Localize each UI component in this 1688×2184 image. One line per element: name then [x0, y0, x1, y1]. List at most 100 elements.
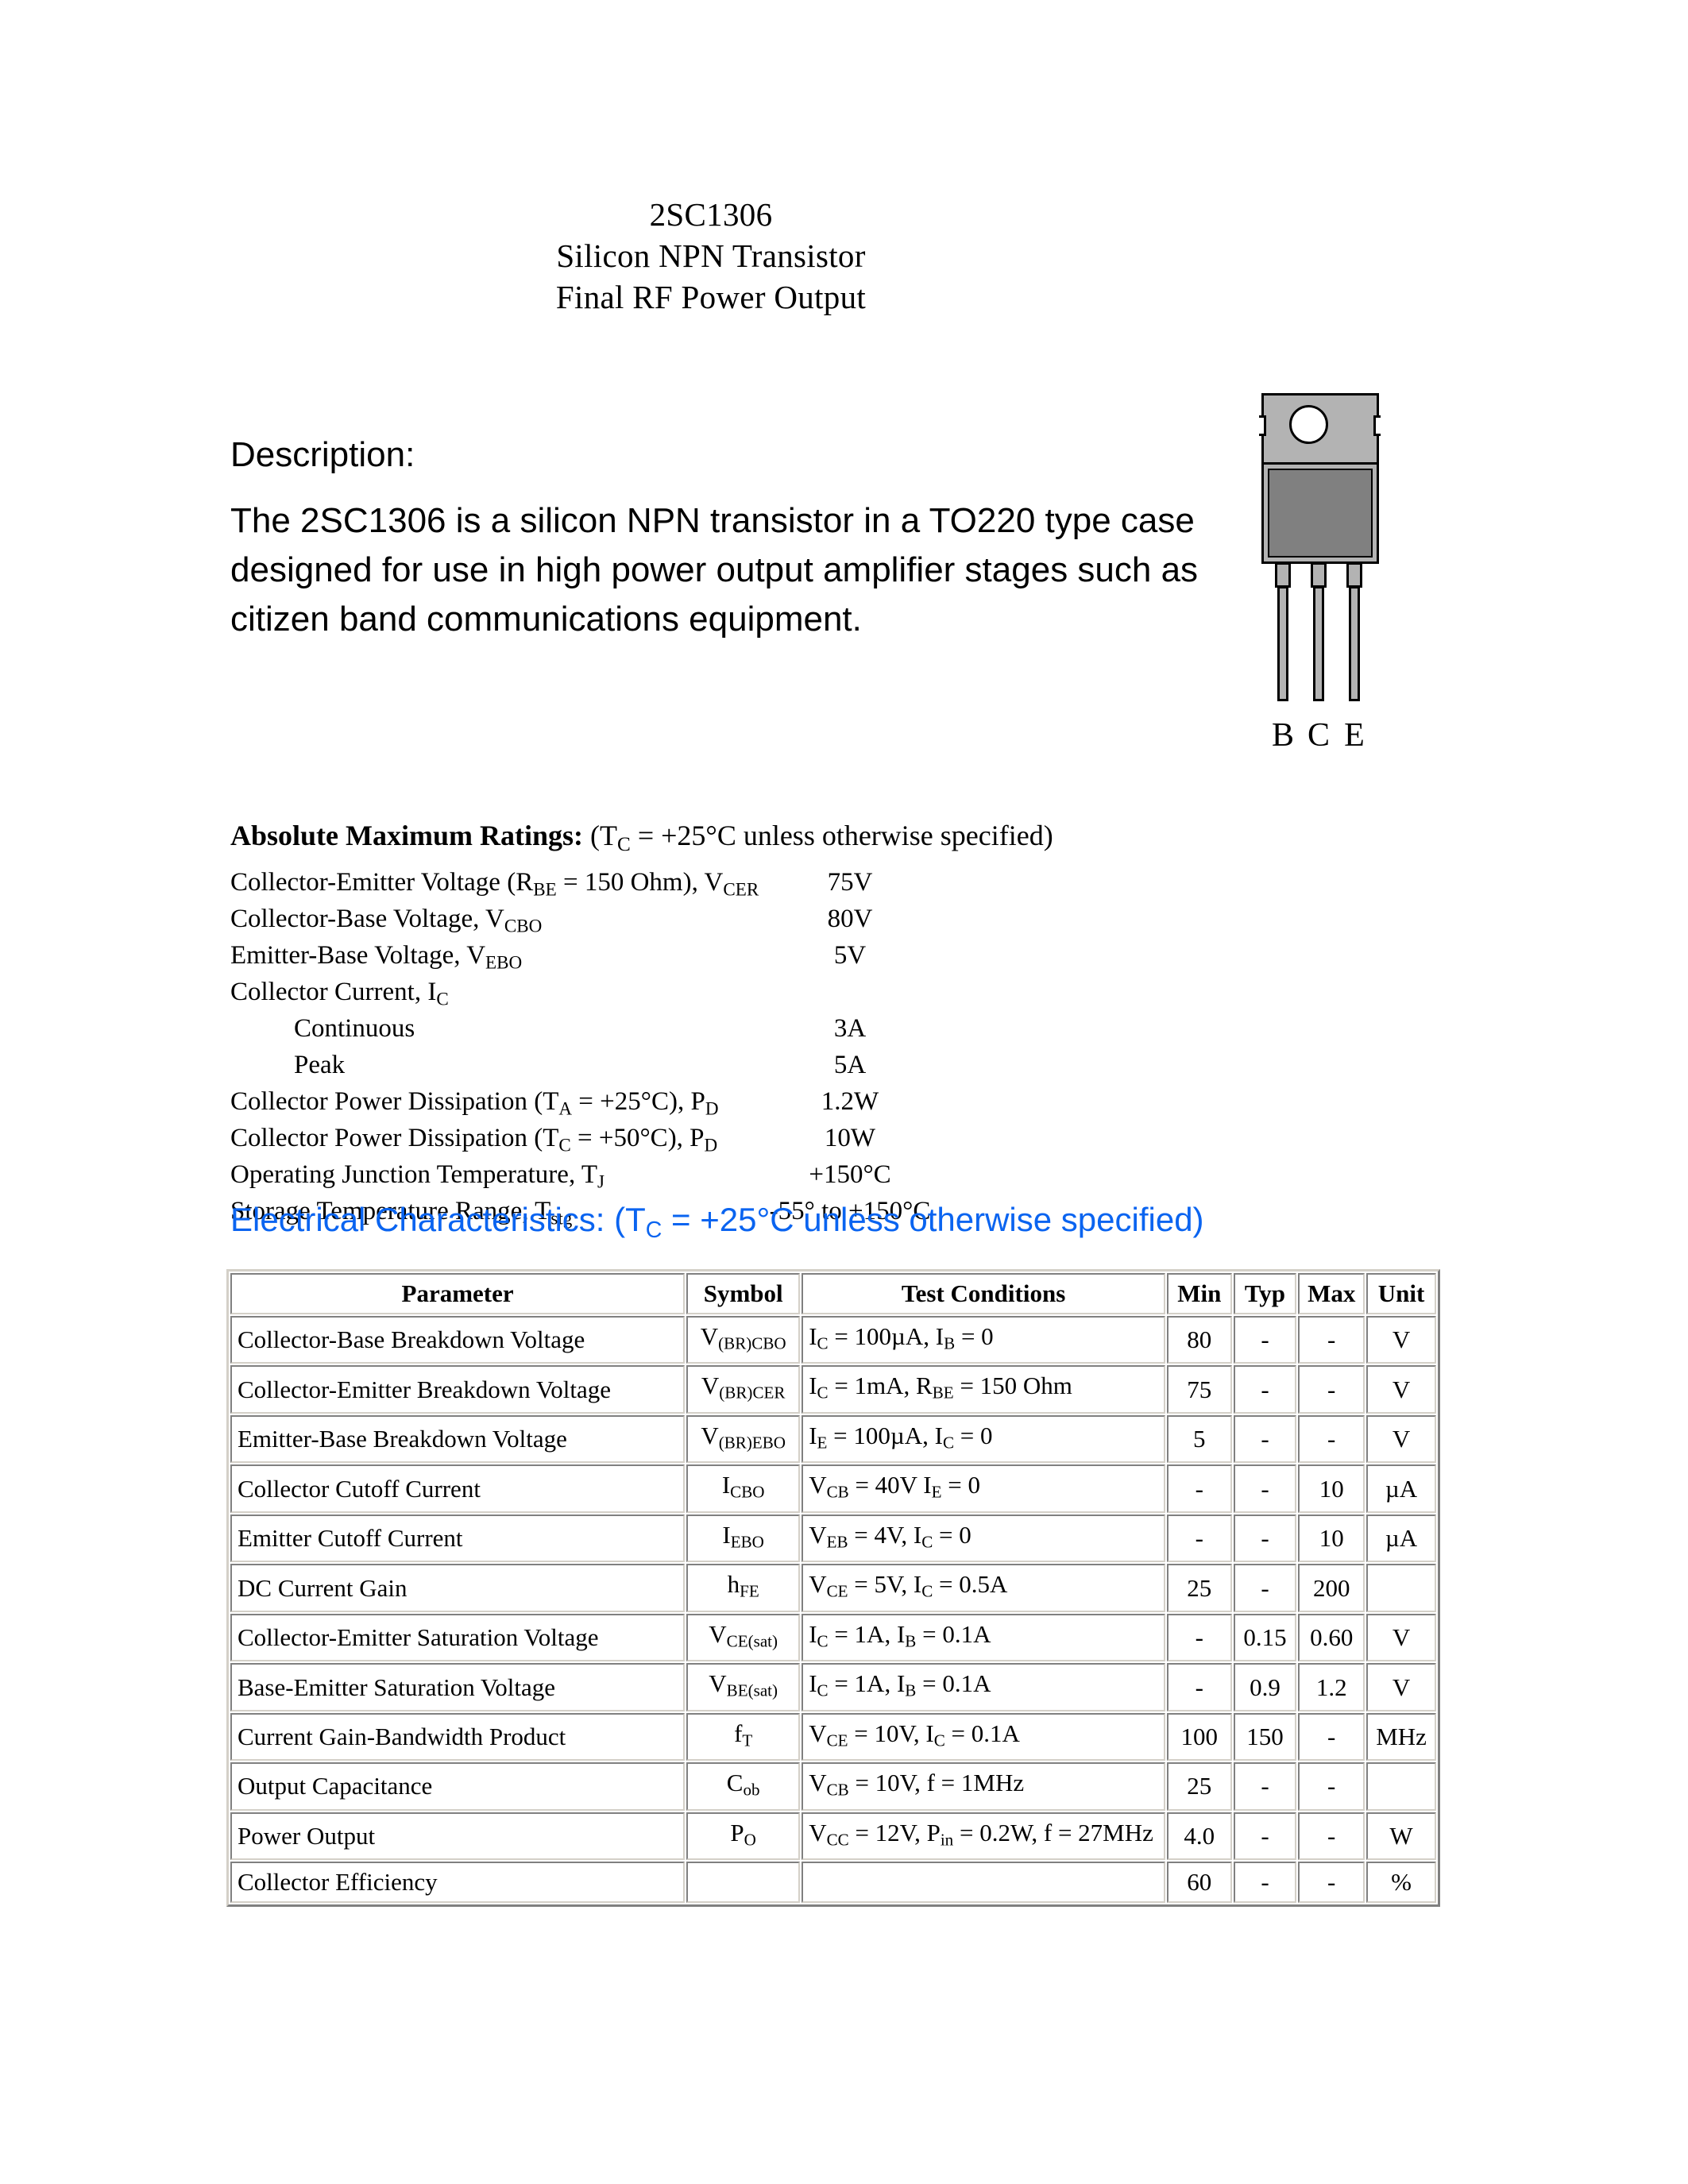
cell-symbol: V(BR)EBO	[686, 1414, 801, 1464]
amr-heading-bold: Absolute Maximum Ratings:	[230, 820, 584, 851]
condition-text: = 100µA, I	[827, 1421, 943, 1449]
cell-min: 75	[1166, 1365, 1232, 1414]
rating-row: Collector Power Dissipation (TC = +50°C)…	[230, 1120, 1223, 1156]
condition-subscript: C	[921, 1581, 933, 1601]
ec-heading-sub: C	[645, 1217, 662, 1243]
cell-typ: -	[1233, 1464, 1297, 1513]
cell-test-conditions: IC = 100µA, IB = 0	[802, 1316, 1165, 1364]
condition-text: = 100µA, I	[828, 1322, 944, 1350]
cell-test-conditions: VCE = 5V, IC = 0.5A	[802, 1564, 1165, 1612]
symbol-text: I	[721, 1471, 731, 1499]
column-header-typ: Typ	[1233, 1273, 1297, 1314]
symbol-subscript: ob	[743, 1780, 760, 1800]
rating-value: 80V	[827, 905, 873, 934]
absolute-maximum-ratings-section: Absolute Maximum Ratings: (TC = +25°C un…	[230, 818, 1223, 1229]
condition-subscript: CB	[826, 1482, 849, 1502]
symbol-text: C	[726, 1769, 744, 1797]
package-body-inner	[1268, 469, 1373, 558]
condition-text: V	[809, 1818, 827, 1846]
cell-max: -	[1298, 1712, 1365, 1761]
rating-text: = +25°C), P	[572, 1087, 705, 1117]
condition-subscript: E	[817, 1433, 828, 1453]
table-row: Emitter-Base Breakdown Voltage V(BR)EBO IE…	[230, 1414, 1436, 1464]
cell-max: 200	[1298, 1564, 1365, 1612]
condition-subscript: C	[942, 1433, 955, 1453]
datasheet-page: 2SC1306 Silicon NPN Transistor Final RF …	[0, 0, 1688, 2184]
title-part-number: 2SC1306	[649, 196, 773, 233]
cell-min: 25	[1166, 1564, 1232, 1612]
cell-symbol: VCE(sat)	[686, 1613, 801, 1662]
ec-heading-post: = +25°C unless otherwise specified)	[662, 1201, 1204, 1238]
cell-test-conditions: IC = 1A, IB = 0.1A	[802, 1663, 1165, 1711]
cell-test-conditions: IC = 1A, IB = 0.1A	[802, 1613, 1165, 1662]
table-row: DC Current Gain hFE VCE = 5V, IC = 0.5A 25-…	[230, 1564, 1436, 1612]
symbol-text: V	[709, 1619, 727, 1648]
package-notch-left	[1259, 415, 1266, 436]
pin-label-emitter: E	[1344, 717, 1365, 754]
condition-text: = 0.2W, f = 27MHz	[953, 1818, 1153, 1846]
condition-text: V	[809, 1520, 827, 1549]
rating-row: Collector-Base Voltage, VCBO 80V	[230, 901, 1223, 937]
cell-max: -	[1298, 1812, 1365, 1861]
cell-min: -	[1166, 1663, 1232, 1711]
cell-parameter: Current Gain-Bandwidth Product	[230, 1712, 686, 1761]
condition-text: = 5V, I	[848, 1570, 922, 1599]
table-row: Collector-Base Breakdown Voltage V(BR)CBO…	[230, 1316, 1436, 1364]
condition-text: V	[809, 1471, 827, 1499]
cell-min: -	[1166, 1514, 1232, 1563]
cell-unit	[1366, 1564, 1436, 1612]
rating-subscript: BE	[533, 878, 557, 900]
condition-text: = 10V, I	[848, 1719, 934, 1747]
absolute-maximum-ratings-list: Collector-Emitter Voltage (RBE = 150 Ohm…	[230, 864, 1223, 1229]
rating-subscript: CBO	[504, 915, 543, 936]
rating-text: Collector Power Dissipation (T	[230, 1124, 559, 1153]
cell-typ: -	[1233, 1365, 1297, 1414]
cell-parameter: DC Current Gain	[230, 1564, 686, 1612]
table-row: Emitter Cutoff Current IEBO VEB = 4V, IC =…	[230, 1514, 1436, 1563]
symbol-text: V	[701, 1421, 719, 1449]
condition-text: = 0.5A	[933, 1570, 1008, 1599]
cell-unit: µA	[1366, 1514, 1436, 1563]
package-notch-right	[1373, 415, 1381, 436]
rating-row: Collector-Emitter Voltage (RBE = 150 Ohm…	[230, 864, 1223, 901]
description-section: Description: The 2SC1306 is a silicon NP…	[230, 430, 1199, 644]
condition-text: = 1A, I	[828, 1619, 906, 1648]
cell-min: 5	[1166, 1414, 1232, 1464]
cell-symbol: VBE(sat)	[686, 1663, 801, 1711]
title-application: Final RF Power Output	[555, 279, 867, 315]
column-header-test-conditions: Test Conditions	[802, 1273, 1165, 1314]
condition-subscript: B	[944, 1333, 956, 1353]
rating-value: 5V	[833, 941, 867, 970]
lead-shoulder-emitter	[1346, 562, 1362, 588]
cell-max: -	[1298, 1414, 1365, 1464]
condition-text: = 1A, I	[828, 1669, 906, 1698]
condition-subscript: C	[933, 1731, 945, 1750]
package-mounting-hole	[1289, 405, 1328, 444]
condition-subscript: C	[817, 1333, 829, 1353]
rating-row: Continuous 3A	[230, 1010, 1223, 1047]
cell-parameter: Collector Cutoff Current	[230, 1464, 686, 1513]
title-device-type: Silicon NPN Transistor	[556, 237, 866, 274]
symbol-subscript: O	[744, 1830, 756, 1850]
condition-text: = 4V, I	[848, 1520, 922, 1549]
lead-pin-emitter	[1349, 586, 1360, 701]
cell-typ: 0.9	[1233, 1663, 1297, 1711]
description-heading: Description:	[230, 435, 415, 474]
condition-text: = 10V, f = 1MHz	[848, 1769, 1025, 1797]
cell-unit: %	[1366, 1862, 1436, 1904]
condition-subscript: C	[817, 1631, 829, 1651]
cell-unit: V	[1366, 1414, 1436, 1464]
cell-parameter: Collector-Base Breakdown Voltage	[230, 1316, 686, 1364]
condition-subscript: in	[940, 1830, 954, 1850]
rating-subscript: C	[558, 1134, 571, 1156]
cell-symbol	[686, 1862, 801, 1904]
rating-subscript: J	[597, 1171, 605, 1192]
cell-max: -	[1298, 1316, 1365, 1364]
column-header-parameter: Parameter	[230, 1273, 686, 1314]
condition-subscript: C	[921, 1532, 933, 1552]
table-row: Base-Emitter Saturation Voltage VBE(sat) I…	[230, 1663, 1436, 1711]
symbol-subscript: CE(sat)	[726, 1631, 778, 1651]
condition-text: = 0	[941, 1471, 980, 1499]
cell-min: -	[1166, 1464, 1232, 1513]
lead-shoulder-base	[1275, 562, 1291, 588]
